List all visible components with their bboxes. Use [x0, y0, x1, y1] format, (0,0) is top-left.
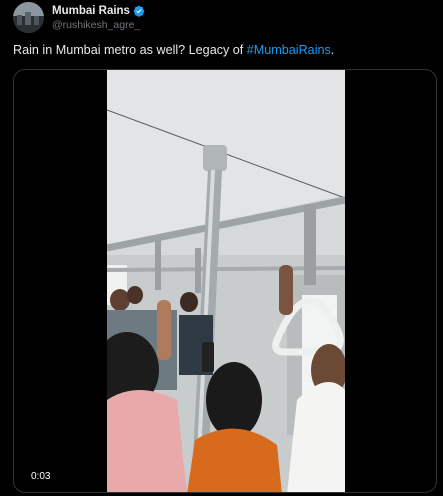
pole-mount — [203, 145, 227, 171]
passenger-head — [127, 286, 143, 304]
strap — [195, 248, 201, 293]
raised-arm — [279, 265, 293, 315]
video-timestamp: 0:03 — [26, 469, 56, 484]
verified-badge-icon — [133, 5, 145, 17]
phone — [202, 342, 214, 372]
video-player[interactable]: 0:03 — [13, 69, 437, 493]
author-name-row: Mumbai Rains — [52, 3, 145, 19]
raised-arm — [157, 300, 171, 360]
tweet-text-body: Rain in Mumbai metro as well? Legacy of — [13, 43, 247, 57]
avatar-building — [17, 15, 22, 25]
passenger-shirt — [107, 390, 187, 492]
tweet-text: Rain in Mumbai metro as well? Legacy of … — [13, 43, 334, 57]
video-frame[interactable] — [107, 70, 345, 492]
avatar-building — [25, 12, 31, 25]
strap — [304, 205, 316, 285]
avatar[interactable] — [13, 2, 44, 33]
strap — [155, 240, 161, 290]
metro-scene — [107, 70, 345, 492]
display-name[interactable]: Mumbai Rains — [52, 5, 130, 17]
passenger-hair — [206, 362, 262, 438]
passenger-head — [180, 292, 198, 312]
author-handle[interactable]: @rushikesh_agre_ — [52, 19, 140, 31]
passenger-head — [110, 289, 130, 311]
tweet-text-end: . — [330, 43, 335, 57]
avatar-building — [34, 16, 39, 25]
hashtag-link[interactable]: #MumbaiRains — [247, 43, 331, 57]
